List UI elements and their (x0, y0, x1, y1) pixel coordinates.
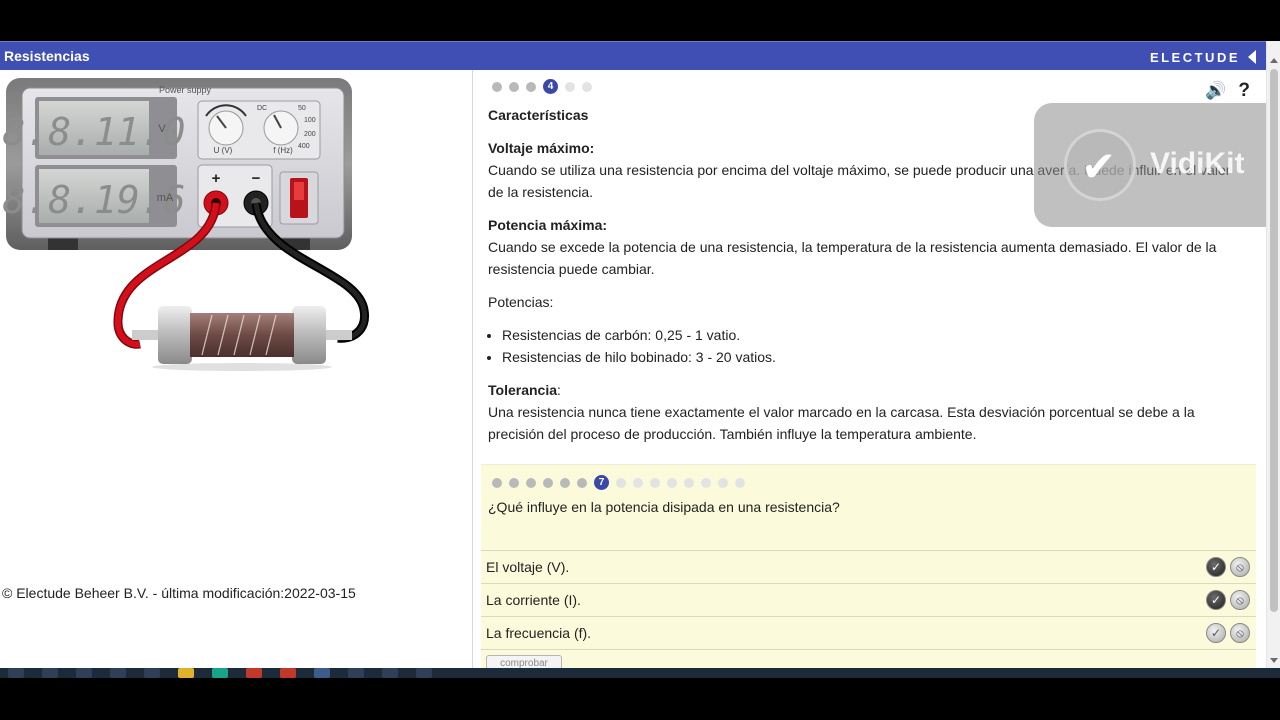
app-icon[interactable] (246, 668, 262, 678)
pager-dot[interactable] (565, 81, 575, 92)
vertical-scrollbar[interactable] (1266, 41, 1280, 668)
taskbar (0, 668, 1280, 678)
help-icon[interactable]: ? (1238, 80, 1250, 102)
task-view-icon[interactable] (110, 668, 126, 678)
collapse-icon[interactable] (1248, 50, 1256, 64)
app-icon[interactable] (382, 668, 398, 678)
knob-f-100: 100 (304, 117, 316, 124)
vidikit-logo-icon: ✔ (1064, 129, 1136, 201)
brand-logo: ELECTUDE (1149, 50, 1240, 65)
incorrect-radio-icon[interactable]: ⦸ (1230, 590, 1250, 610)
app-window: Resistencias ELECTUDE Power suppy 8.8.11… (0, 41, 1280, 668)
check-button[interactable]: comprobar (486, 655, 562, 668)
app-icon[interactable] (348, 668, 364, 678)
chrome-icon[interactable] (280, 668, 296, 678)
incorrect-radio-icon[interactable]: ⦸ (1230, 623, 1250, 643)
folder-icon[interactable] (178, 668, 194, 678)
correct-radio-icon[interactable]: ✓ (1206, 557, 1226, 577)
quiz-footer: comprobar (481, 649, 1256, 668)
paragraph-tolerance: Una resistencia nunca tiene exactamente … (488, 404, 1195, 442)
quiz-pager-dot[interactable] (633, 477, 643, 488)
quiz-pager-dot[interactable] (718, 477, 728, 488)
content-panel: 4 🔊 ? Características Voltaje máximo: Cu… (474, 70, 1266, 668)
knob-f-50: 50 (298, 105, 306, 112)
correct-radio-icon[interactable]: ✓ (1206, 590, 1226, 610)
pager-dot-active[interactable]: 4 (543, 79, 558, 94)
copyright-text: © Electude Beheer B.V. - última modifica… (2, 585, 356, 601)
app-icon[interactable] (314, 668, 330, 678)
knob-f-label: f (Hz) (273, 146, 293, 155)
quiz-pager-dot[interactable] (492, 477, 502, 488)
subheading-tolerance: Tolerancia (488, 382, 557, 398)
cortana-icon[interactable] (76, 668, 92, 678)
pager-dot[interactable] (526, 81, 536, 92)
quiz-pager-dot[interactable] (616, 477, 626, 488)
plus-label: + (212, 170, 221, 187)
scroll-thumb[interactable] (1270, 69, 1278, 612)
subheading-voltage: Voltaje máximo: (488, 140, 595, 156)
scroll-down-icon[interactable] (1270, 658, 1278, 663)
tolerance-colon: : (557, 382, 561, 398)
scroll-up-icon[interactable] (1270, 58, 1278, 63)
list-item: Resistencias de carbón: 0,25 - 1 vatio. (502, 324, 1248, 346)
option-label: La corriente (I). (486, 592, 581, 608)
quiz-option: La corriente (I). ✓ ⦸ (481, 583, 1256, 616)
pager-dot[interactable] (492, 81, 502, 92)
knob-f-dc: DC (257, 105, 267, 112)
illustration-panel: Power suppy 8.8.11.0 V 8.8.19.6 mA U (V)… (0, 70, 473, 668)
app-icon[interactable] (416, 668, 432, 678)
correct-radio-icon[interactable]: ✓ (1206, 623, 1226, 643)
app-icon[interactable] (212, 668, 228, 678)
quiz-pager-dot[interactable] (650, 477, 660, 488)
quiz-pager: 7 (492, 475, 745, 490)
quiz-question: ¿Qué influye en la potencia disipada en … (488, 499, 840, 515)
title-bar: Resistencias ELECTUDE (0, 41, 1266, 70)
option-label: El voltaje (V). (486, 559, 570, 575)
page-pager: 4 (492, 79, 592, 94)
vidikit-watermark: ✔ VidiKit (1034, 103, 1266, 227)
minus-label: − (252, 170, 261, 187)
list-item: Resistencias de hilo bobinado: 3 - 20 va… (502, 346, 1248, 368)
quiz-pager-dot[interactable] (577, 477, 587, 488)
paragraph-power: Cuando se excede la potencia de una resi… (488, 239, 1217, 277)
quiz-pager-dot[interactable] (684, 477, 694, 488)
current-unit: mA (157, 192, 174, 204)
knob-f-200: 200 (304, 131, 316, 138)
incorrect-radio-icon[interactable]: ⦸ (1230, 557, 1250, 577)
voltage-unit: V (158, 123, 166, 135)
quiz-option: El voltaje (V). ✓ ⦸ (481, 550, 1256, 583)
potencias-label: Potencias: (488, 294, 554, 310)
page-title: Resistencias (4, 48, 90, 64)
pager-dot[interactable] (509, 81, 519, 92)
device-label: Power suppy (159, 85, 212, 95)
vidikit-name: VidiKit (1150, 147, 1245, 180)
power-supply-illustration: Power suppy 8.8.11.0 V 8.8.19.6 mA U (V)… (2, 78, 370, 371)
option-label: La frecuencia (f). (486, 625, 592, 641)
quiz-pager-dot[interactable] (735, 477, 745, 488)
subheading-power: Potencia máxima: (488, 217, 608, 233)
power-list: Resistencias de carbón: 0,25 - 1 vatio. … (502, 324, 1248, 368)
quiz-pager-dot[interactable] (526, 477, 536, 488)
quiz-pager-dot-active[interactable]: 7 (594, 475, 609, 490)
quiz-pager-dot[interactable] (560, 477, 570, 488)
speaker-icon[interactable]: 🔊 (1205, 81, 1226, 101)
quiz-pager-dot[interactable] (701, 477, 711, 488)
toolbar-icons: 🔊 ? (1205, 80, 1250, 102)
pager-dot[interactable] (582, 81, 592, 92)
start-icon[interactable] (8, 668, 24, 678)
quiz-pager-dot[interactable] (509, 477, 519, 488)
settings-icon[interactable] (144, 668, 160, 678)
quiz-pager-dot[interactable] (667, 477, 677, 488)
knob-u-label: U (V) (214, 146, 233, 155)
search-icon[interactable] (42, 668, 58, 678)
quiz-option: La frecuencia (f). ✓ ⦸ (481, 616, 1256, 649)
quiz-panel: 7 ¿Qué influye en la potencia disipada e… (481, 464, 1256, 668)
quiz-pager-dot[interactable] (543, 477, 553, 488)
knob-f-400: 400 (298, 143, 310, 150)
